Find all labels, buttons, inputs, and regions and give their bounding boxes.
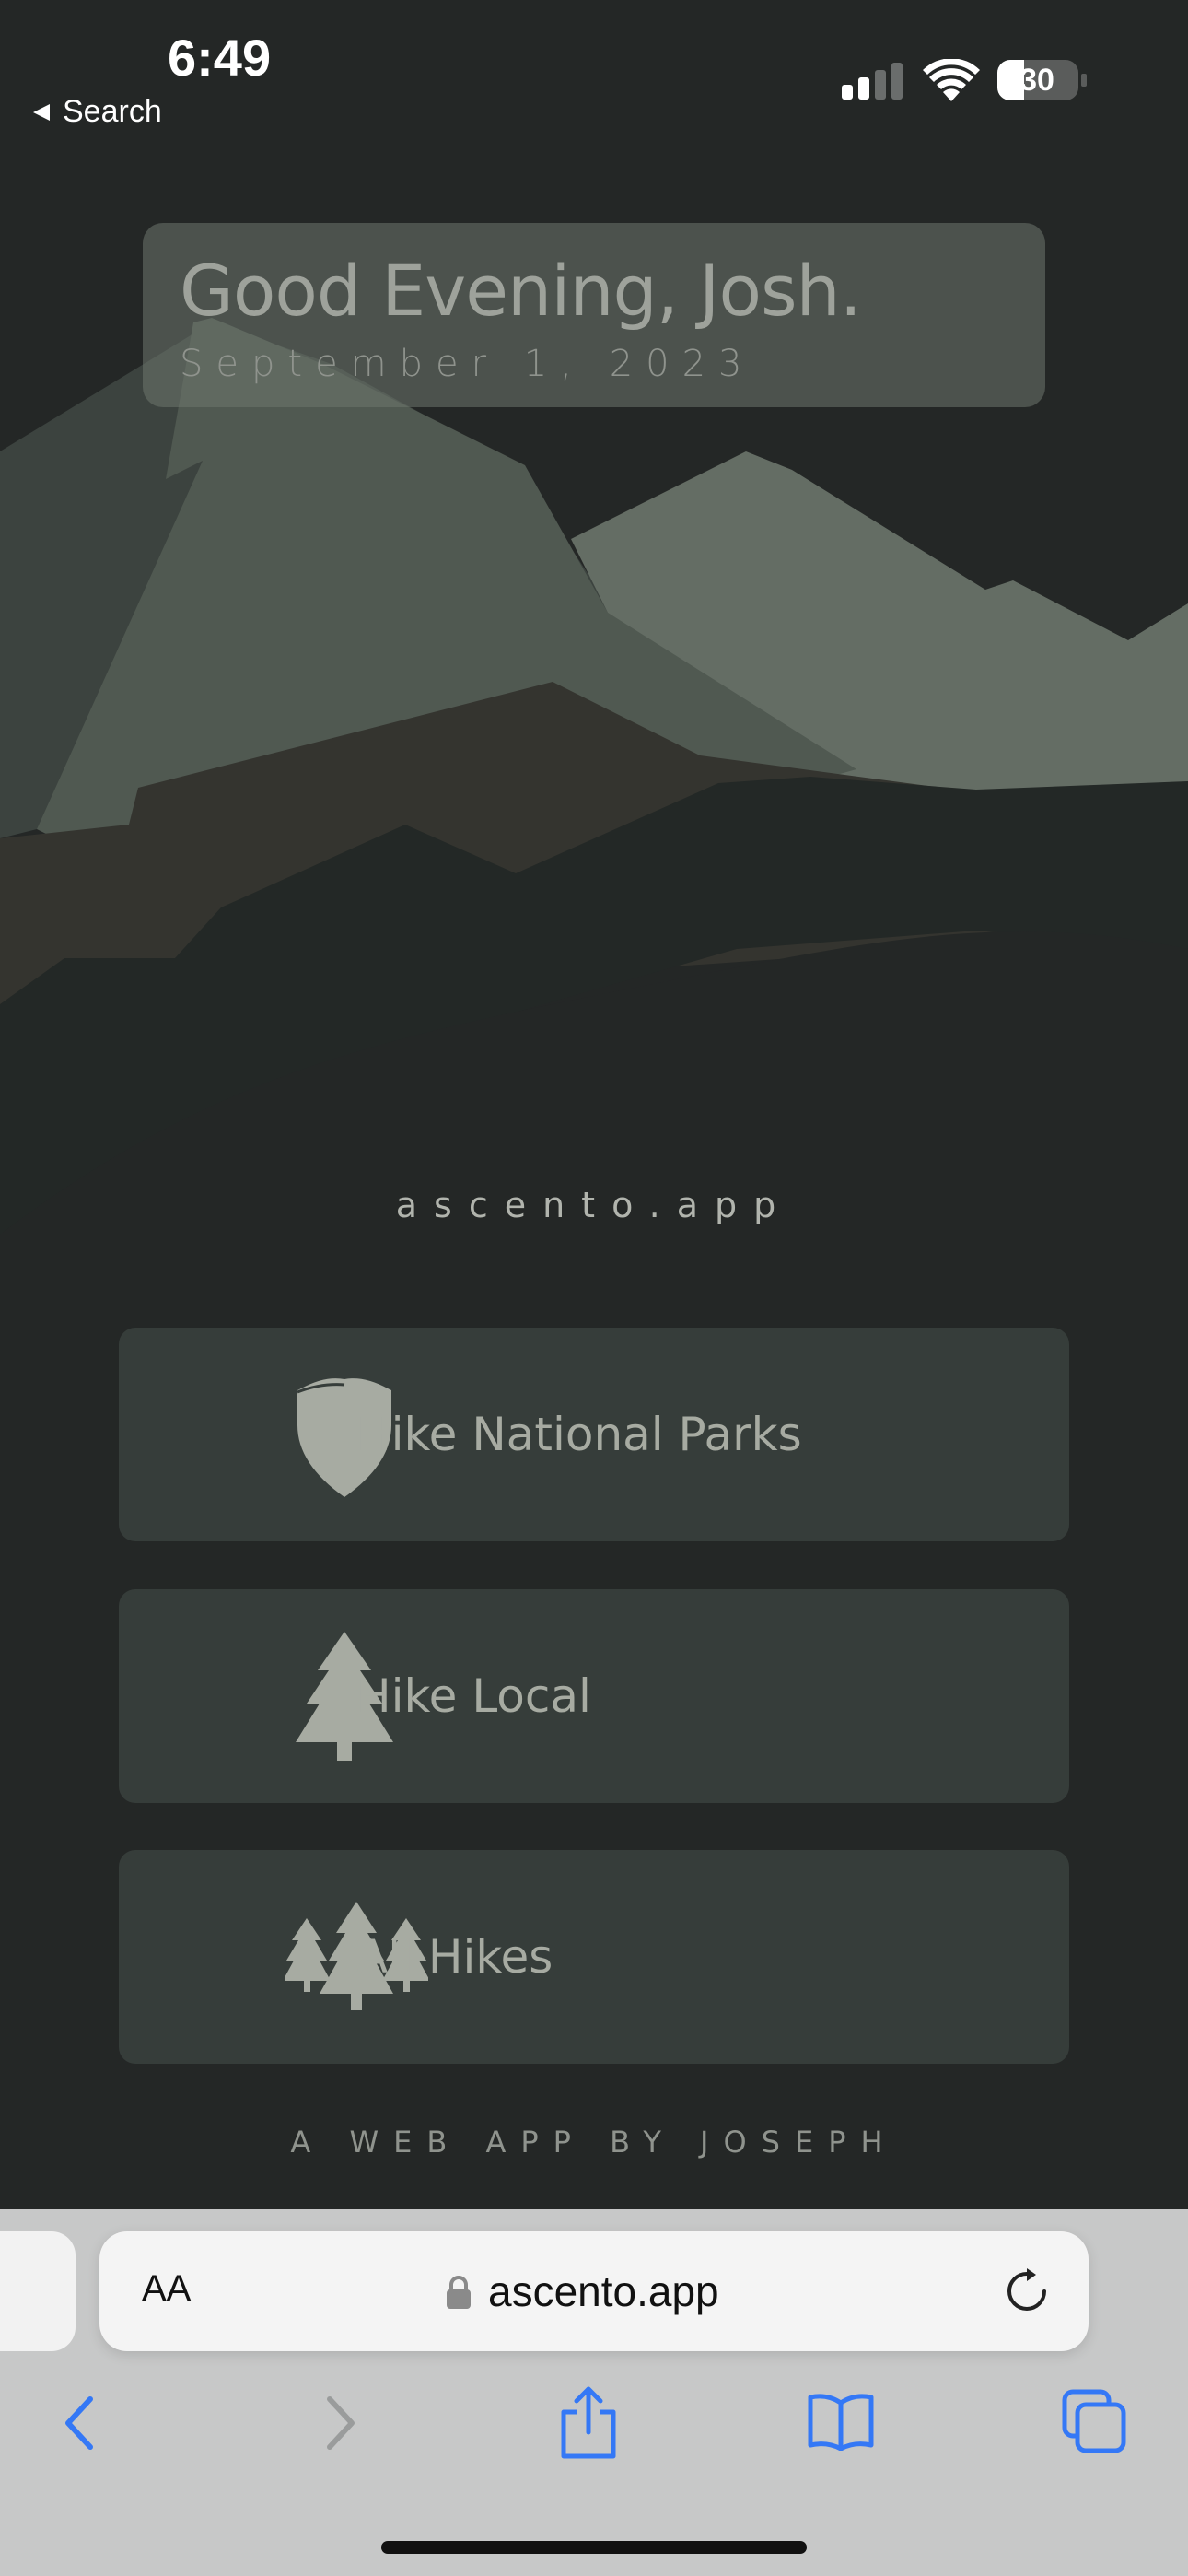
all-hikes-button[interactable]: All Hikes <box>119 1850 1069 2064</box>
back-label: Search <box>63 94 162 129</box>
url-text[interactable]: ascento.app <box>488 2266 719 2316</box>
battery-indicator: 30 <box>996 59 1087 101</box>
greeting-card: Good Evening, Josh. September 1, 2023 <box>143 223 1045 407</box>
cellular-signal-icon <box>842 63 903 100</box>
battery-percent: 30 <box>1019 63 1054 98</box>
bookmarks-icon[interactable] <box>807 2392 875 2451</box>
greeting-date: September 1, 2023 <box>180 343 755 385</box>
text-size-label: AA <box>142 2268 192 2309</box>
previous-tab-peek[interactable] <box>0 2231 76 2351</box>
forward-icon[interactable] <box>322 2395 359 2451</box>
tabs-icon[interactable] <box>1061 2388 1127 2454</box>
home-indicator <box>381 2541 807 2554</box>
lock-icon <box>447 2276 471 2309</box>
nav-label: Hike National Parks <box>356 1408 802 1461</box>
site-label: ascento.app <box>395 1185 793 1225</box>
nav-label: All Hikes <box>356 1930 553 1984</box>
nav-label: Hike Local <box>356 1669 591 1723</box>
back-triangle-icon <box>33 103 50 121</box>
back-icon[interactable] <box>61 2395 98 2451</box>
share-icon[interactable] <box>558 2386 619 2460</box>
byline: A WEB APP BY JOSEPH <box>290 2125 898 2160</box>
reload-icon[interactable] <box>1004 2268 1050 2314</box>
hike-local-button[interactable]: Hike Local <box>119 1589 1069 1803</box>
hike-national-parks-button[interactable]: Hike National Parks <box>119 1328 1069 1541</box>
status-time: 6:49 <box>168 29 272 87</box>
back-to-search-button[interactable]: Search <box>31 94 162 130</box>
mountain-illustration <box>0 318 1188 1244</box>
text-size-button[interactable]: AA <box>142 2268 191 2310</box>
wifi-icon <box>923 59 980 101</box>
greeting-title: Good Evening, Josh. <box>180 250 862 332</box>
